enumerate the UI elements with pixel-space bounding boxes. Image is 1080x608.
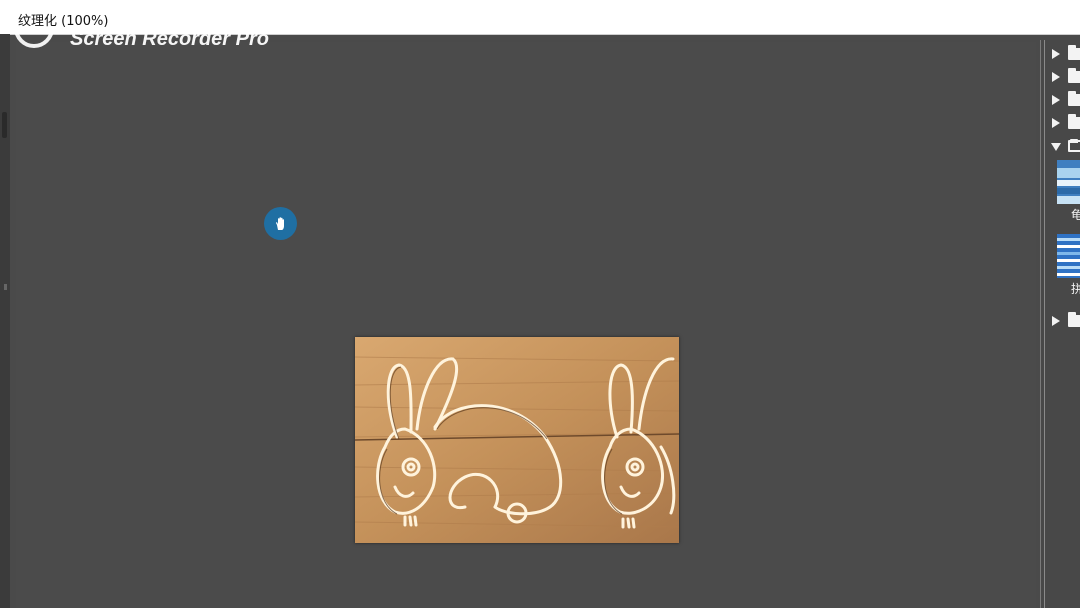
folder-icon <box>1068 45 1080 60</box>
expand-arrow-icon[interactable] <box>1052 72 1060 82</box>
tree-folder-row[interactable] <box>1051 91 1080 108</box>
open-folder-icon <box>1068 139 1080 152</box>
left-toolbar-edge <box>0 34 10 608</box>
folder-icon <box>1068 312 1080 327</box>
texture-thumbnail[interactable] <box>1057 234 1080 278</box>
texture-thumbnail[interactable] <box>1057 160 1080 204</box>
expand-arrow-icon[interactable] <box>1052 49 1060 59</box>
tree-folder-row[interactable] <box>1051 114 1080 131</box>
folder-icon <box>1068 114 1080 129</box>
expand-arrow-icon[interactable] <box>1052 95 1060 105</box>
tree-folder-row[interactable] <box>1051 68 1080 85</box>
wood-texture-rabbits-image[interactable] <box>355 337 679 543</box>
library-tree: 龟 拼 <box>1044 40 1080 608</box>
library-panel: 龟 拼 <box>1040 40 1080 608</box>
folder-icon <box>1068 91 1080 106</box>
tree-folder-row-expanded[interactable] <box>1051 138 1080 154</box>
tree-folder-row[interactable] <box>1051 45 1080 62</box>
folder-icon <box>1068 68 1080 83</box>
expand-arrow-icon[interactable] <box>1052 316 1060 326</box>
left-scroll-handle[interactable] <box>2 112 7 138</box>
collapse-arrow-icon[interactable] <box>1051 143 1061 151</box>
tree-folder-row[interactable] <box>1051 312 1080 329</box>
expand-arrow-icon[interactable] <box>1052 118 1060 128</box>
document-canvas[interactable] <box>16 42 1036 608</box>
window-title: 纹理化 (100%) <box>18 14 109 29</box>
thumbnail-label: 拼 <box>1071 282 1080 296</box>
title-bar: 纹理化 (100%) <box>0 0 1080 35</box>
hand-icon <box>264 207 297 240</box>
thumbnail-label: 龟 <box>1071 208 1080 222</box>
left-collapse-marker[interactable] <box>4 284 7 290</box>
